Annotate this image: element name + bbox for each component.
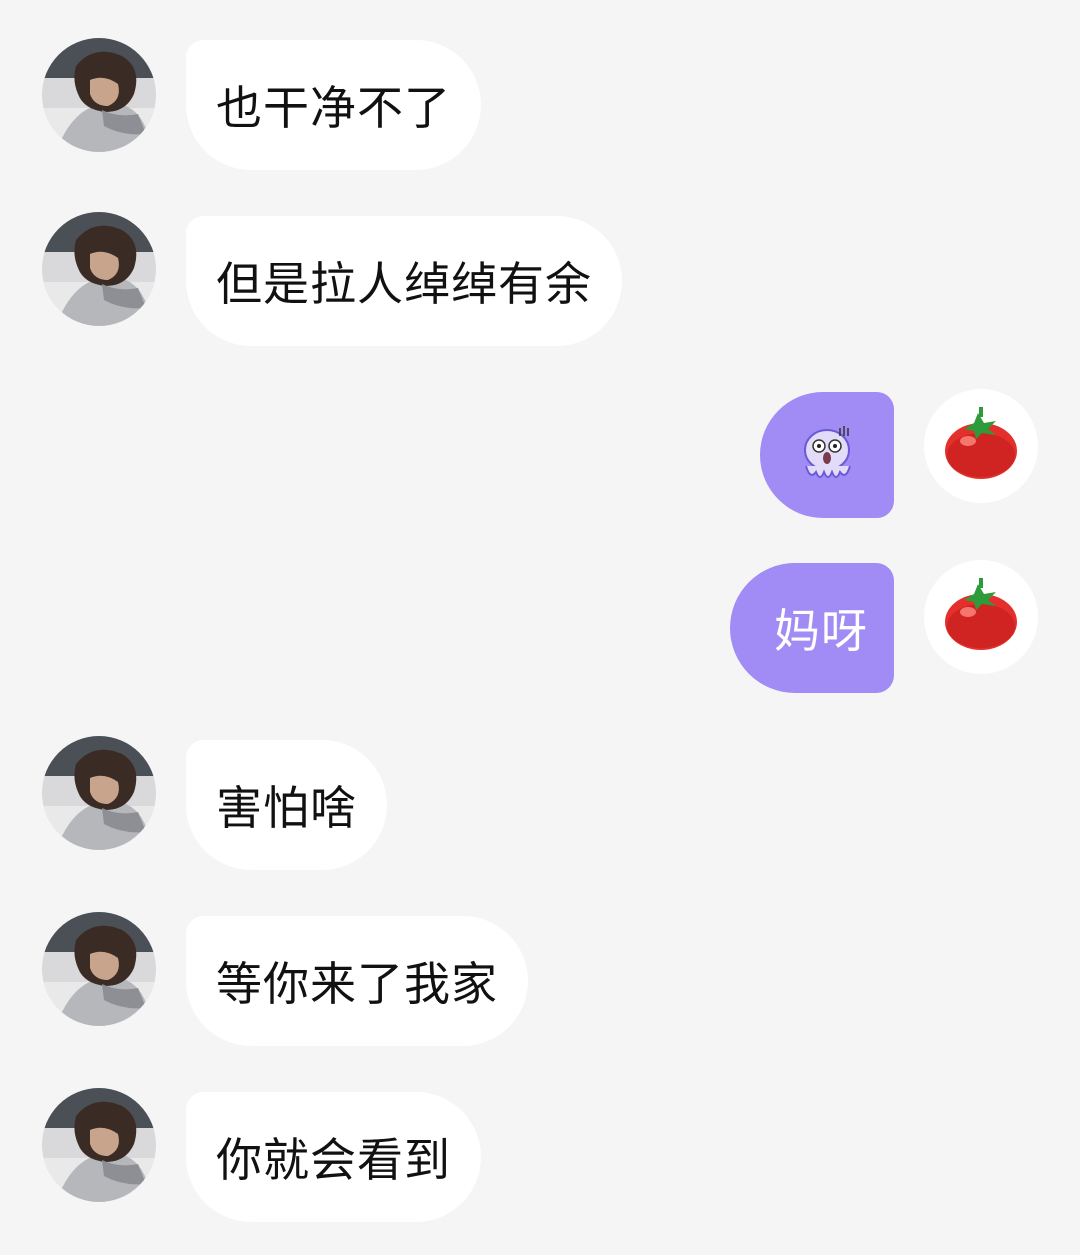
person-photo-avatar bbox=[42, 38, 156, 152]
tomato-avatar-icon bbox=[945, 578, 1017, 650]
person-photo-avatar bbox=[42, 212, 156, 326]
outgoing-message[interactable]: 妈呀 bbox=[730, 563, 894, 693]
incoming-message[interactable]: 你就会看到 bbox=[186, 1092, 481, 1222]
incoming-message[interactable]: 等你来了我家 bbox=[186, 916, 528, 1046]
self-avatar[interactable] bbox=[924, 560, 1038, 674]
outgoing-sticker-message[interactable] bbox=[760, 392, 894, 518]
incoming-message[interactable]: 但是拉人绰绰有余 bbox=[186, 216, 622, 346]
self-avatar[interactable] bbox=[924, 389, 1038, 503]
chat-window: 也干净不了 但是拉人绰绰有余 妈呀 害怕啥 等你来了我家 你就会看到 bbox=[0, 0, 1080, 1255]
message-text: 害怕啥 bbox=[216, 781, 357, 835]
contact-avatar[interactable] bbox=[42, 1088, 156, 1202]
scared-octopus-icon bbox=[804, 426, 851, 478]
person-photo-avatar bbox=[42, 736, 156, 850]
message-text: 等你来了我家 bbox=[216, 957, 498, 1011]
incoming-message[interactable]: 害怕啥 bbox=[186, 740, 387, 870]
message-text: 但是拉人绰绰有余 bbox=[216, 257, 592, 311]
person-photo-avatar bbox=[42, 912, 156, 1026]
contact-avatar[interactable] bbox=[42, 212, 156, 326]
contact-avatar[interactable] bbox=[42, 736, 156, 850]
contact-avatar[interactable] bbox=[42, 912, 156, 1026]
message-text: 妈呀 bbox=[774, 604, 868, 658]
incoming-message[interactable]: 也干净不了 bbox=[186, 40, 481, 170]
tomato-avatar-icon bbox=[945, 407, 1017, 479]
contact-avatar[interactable] bbox=[42, 38, 156, 152]
message-text: 你就会看到 bbox=[216, 1133, 451, 1187]
person-photo-avatar bbox=[42, 1088, 156, 1202]
message-text: 也干净不了 bbox=[216, 81, 451, 135]
